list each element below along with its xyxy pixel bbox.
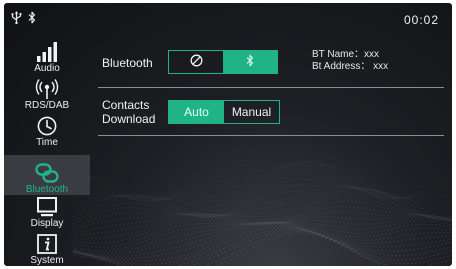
bluetooth-toggle: [168, 50, 278, 74]
sidebar-item-audio[interactable]: Audio: [4, 37, 90, 74]
clock: 00:02: [403, 13, 439, 27]
info-icon: [36, 234, 58, 254]
sidebar-item-label: Audio: [34, 63, 60, 74]
settings-panel: Bluetooth BT Name：xxx Bt Address： xxx Co…: [90, 37, 452, 266]
bluetooth-label: Bluetooth: [102, 56, 153, 70]
bt-name: BT Name：xxx: [312, 49, 380, 60]
usb-icon: [11, 11, 22, 29]
divider: [98, 87, 444, 88]
sidebar-item-system[interactable]: System: [4, 229, 90, 266]
sidebar-item-label: System: [30, 255, 64, 266]
disabled-icon: [190, 54, 203, 70]
sidebar-item-display[interactable]: Display: [4, 192, 90, 229]
sidebar: Audio RDS/DAB Time Bluetooth Display Sys…: [4, 37, 90, 266]
sidebar-item-label: Display: [30, 218, 64, 229]
contacts-download-toggle: Auto Manual: [168, 100, 280, 124]
equalizer-icon: [36, 42, 58, 62]
bt-info: BT Name：xxx Bt Address： xxx: [312, 49, 388, 73]
sidebar-item-label: Time: [36, 137, 58, 148]
status-icons: [11, 11, 36, 29]
bluetooth-off-button[interactable]: [169, 51, 223, 73]
sidebar-item-bluetooth[interactable]: Bluetooth: [4, 155, 90, 195]
link-icon: [35, 163, 59, 183]
sidebar-item-label: RDS/DAB: [24, 100, 70, 111]
manual-button[interactable]: Manual: [224, 101, 279, 123]
contacts-download-label-line2: Download: [102, 112, 156, 126]
status-bar: 00:02: [4, 3, 452, 37]
contacts-download-label-line1: Contacts: [102, 98, 150, 112]
sidebar-item-rds-dab[interactable]: RDS/DAB: [4, 74, 90, 111]
bt-address: Bt Address： xxx: [312, 61, 389, 72]
auto-button[interactable]: Auto: [169, 101, 224, 123]
bluetooth-on-button[interactable]: [223, 51, 277, 73]
sidebar-item-time[interactable]: Time: [4, 111, 90, 148]
divider: [98, 135, 444, 136]
bluetooth-icon: [28, 11, 36, 29]
settings-screen: 00:02 Audio RDS/DAB Time Bluetooth Displ…: [4, 3, 452, 266]
contacts-download-label: Contacts Download: [102, 98, 155, 126]
monitor-icon: [36, 197, 58, 217]
radio-antenna-icon: [34, 79, 60, 99]
clock-icon: [37, 116, 57, 136]
bluetooth-icon: [246, 54, 254, 70]
